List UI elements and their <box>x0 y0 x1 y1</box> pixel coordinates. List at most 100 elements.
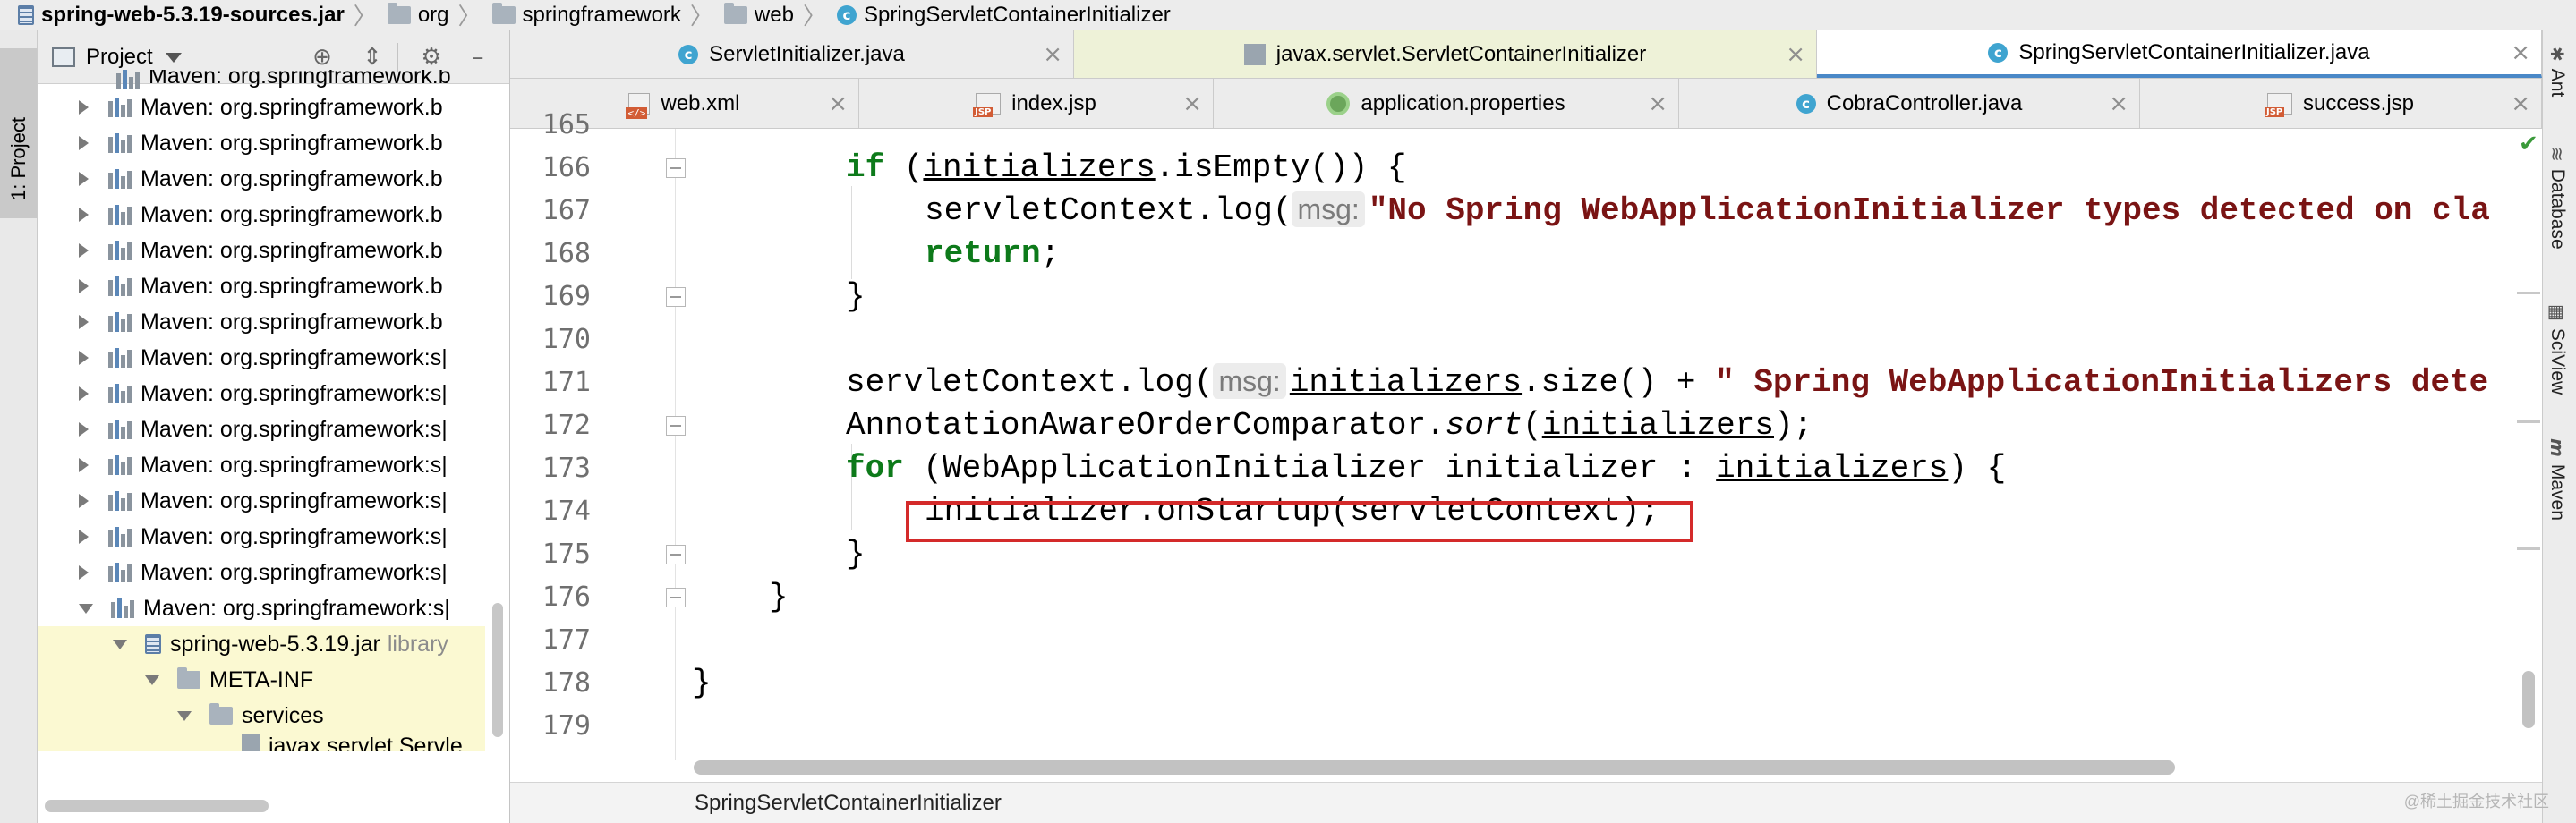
close-icon[interactable]: × <box>828 90 848 117</box>
tree-row[interactable]: Maven: org.springframework:s| <box>38 412 485 447</box>
collapse-arrow-icon[interactable] <box>113 639 127 649</box>
breadcrumb-jar[interactable]: spring-web-5.3.19-sources.jar <box>18 3 345 28</box>
close-icon[interactable]: × <box>2109 90 2128 117</box>
close-icon[interactable]: × <box>2511 39 2530 66</box>
dropdown-arrow-icon[interactable] <box>165 53 182 63</box>
breadcrumb-springframework[interactable]: springframework <box>491 2 681 28</box>
hide-panel-icon[interactable]: – <box>465 45 490 70</box>
project-horizontal-scrollbar[interactable] <box>45 800 269 812</box>
library-icon <box>108 98 132 117</box>
expand-arrow-icon[interactable] <box>79 279 89 293</box>
parameter-hint: msg: <box>1292 191 1365 227</box>
close-icon[interactable]: × <box>1182 90 1202 117</box>
tree-row[interactable]: Maven: org.springframework:s| <box>38 483 485 519</box>
expand-arrow-icon[interactable] <box>79 422 89 437</box>
collapse-arrow-icon[interactable] <box>145 675 159 685</box>
expand-arrow-icon[interactable] <box>79 136 89 150</box>
header-divider <box>397 43 398 72</box>
tree-row-selected[interactable]: META-INF <box>38 662 485 698</box>
tab-index-jsp[interactable]: index.jsp × <box>859 79 1214 128</box>
editor-horizontal-scrollbar[interactable] <box>694 760 2175 775</box>
xml-icon <box>626 92 651 119</box>
expand-arrow-icon[interactable] <box>79 565 89 580</box>
expand-arrow-icon[interactable] <box>79 100 89 115</box>
line-number: 175 <box>542 539 591 570</box>
tree-row-selected[interactable]: spring-web-5.3.19.jar library <box>38 626 485 662</box>
tree-row[interactable]: Maven: org.springframework:s| <box>38 519 485 555</box>
tree-row[interactable]: Maven: org.springframework.b <box>38 161 485 197</box>
tool-tab-maven[interactable]: m Maven <box>2546 438 2568 521</box>
library-icon <box>108 455 132 475</box>
tab-success-jsp[interactable]: success.jsp × <box>2140 79 2542 128</box>
editor-vertical-scrollbar[interactable] <box>2522 671 2535 728</box>
expand-arrow-icon[interactable] <box>79 208 89 222</box>
tree-row[interactable]: Maven: org.springframework.b <box>38 125 485 161</box>
expand-arrow-icon[interactable] <box>79 243 89 258</box>
tree-row[interactable]: Maven: org.springframework:s| <box>38 590 485 626</box>
tab-spring-servlet-container-initializer[interactable]: c SpringServletContainerInitializer.java… <box>1817 30 2542 78</box>
project-view-selector[interactable]: Project <box>86 45 153 70</box>
collapse-arrow-icon[interactable] <box>177 710 192 721</box>
line-number: 178 <box>542 667 591 699</box>
breadcrumb-web[interactable]: web <box>723 2 794 28</box>
project-tool-tab[interactable]: 1: Project <box>0 48 37 218</box>
tree-row[interactable]: Maven: org.springframework:s| <box>38 447 485 483</box>
editor-gutter: 165 166 167 168 169 170 171 172 173 174 … <box>510 109 686 760</box>
folder-icon <box>491 2 516 24</box>
collapse-arrow-icon[interactable] <box>79 603 93 614</box>
expand-arrow-icon[interactable] <box>79 315 89 329</box>
tree-row[interactable]: Maven: org.springframework.b <box>38 304 485 340</box>
library-icon <box>108 276 132 296</box>
database-icon: ≋ <box>2546 147 2568 162</box>
tool-tab-sciview[interactable]: ▦ SciView <box>2546 304 2568 395</box>
left-tool-stripe: 1: Project <box>0 30 38 823</box>
breadcrumb-class[interactable]: c SpringServletContainerInitializer <box>836 3 1171 28</box>
tab-servlet-container-initializer-file[interactable]: javax.servlet.ServletContainerInitialize… <box>1074 30 1817 78</box>
library-icon <box>108 205 132 225</box>
tool-tab-ant[interactable]: ✱ Ant <box>2546 47 2568 97</box>
project-tree: Maven: org.springframework.b Maven: org.… <box>38 70 485 751</box>
code-line-169: } <box>846 278 866 315</box>
code-editor[interactable]: if (initializers.isEmpty()) { servletCon… <box>676 129 2538 760</box>
tool-tab-database[interactable]: ≋ Database <box>2546 147 2568 250</box>
close-icon[interactable]: × <box>2511 90 2530 117</box>
library-icon <box>108 491 132 511</box>
gear-icon[interactable]: ⚙ <box>419 45 444 70</box>
close-icon[interactable]: × <box>1786 41 1805 68</box>
tab-application-properties[interactable]: application.properties × <box>1214 79 1679 128</box>
class-icon: c <box>1988 42 2009 63</box>
line-number: 179 <box>542 710 591 742</box>
close-icon[interactable]: × <box>1043 41 1062 68</box>
tree-row[interactable]: Maven: org.springframework:s| <box>38 555 485 590</box>
jar-icon <box>18 4 34 25</box>
expand-arrow-icon[interactable] <box>79 494 89 508</box>
tab-cobra-controller[interactable]: c CobraController.java × <box>1679 79 2140 128</box>
breadcrumb-org[interactable]: org <box>387 2 449 28</box>
line-number: 176 <box>542 581 591 613</box>
tree-row[interactable]: Maven: org.springframework.b <box>38 268 485 304</box>
tree-row-selected[interactable]: javax.servlet.Servle <box>38 734 485 751</box>
expand-arrow-icon[interactable] <box>79 172 89 186</box>
collapse-all-icon[interactable]: ⇕ <box>360 45 385 70</box>
tree-row[interactable]: Maven: org.springframework:s| <box>38 340 485 376</box>
class-icon: c <box>678 44 699 64</box>
structure-breadcrumb[interactable]: SpringServletContainerInitializer <box>510 782 2542 823</box>
expand-arrow-icon[interactable] <box>79 386 89 401</box>
expand-arrow-icon[interactable] <box>79 458 89 472</box>
close-icon[interactable]: × <box>1648 90 1668 117</box>
tree-row[interactable]: Maven: org.springframework.b <box>38 89 485 125</box>
locate-target-icon[interactable]: ⊕ <box>310 45 335 70</box>
expand-arrow-icon[interactable] <box>79 351 89 365</box>
tab-servlet-initializer[interactable]: c ServletInitializer.java × <box>510 30 1074 78</box>
watermark: @稀土掘金技术社区 <box>2403 793 2549 810</box>
folder-icon <box>209 703 233 725</box>
project-vertical-scrollbar[interactable] <box>492 603 503 737</box>
tree-row[interactable]: Maven: org.springframework.b <box>38 197 485 233</box>
tree-row[interactable]: Maven: org.springframework.b <box>38 70 485 89</box>
tree-row[interactable]: Maven: org.springframework.b <box>38 233 485 268</box>
jar-icon <box>145 634 161 654</box>
tree-row-selected[interactable]: services <box>38 698 485 734</box>
tree-row[interactable]: Maven: org.springframework:s| <box>38 376 485 412</box>
expand-arrow-icon[interactable] <box>79 530 89 544</box>
line-number: 165 <box>542 109 591 140</box>
